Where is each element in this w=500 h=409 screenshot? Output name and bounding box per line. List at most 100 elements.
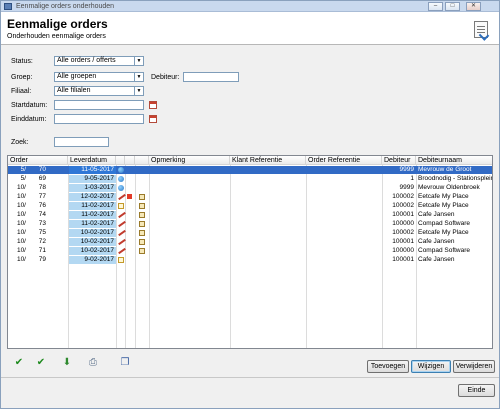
chevron-down-icon[interactable]: ▼ — [134, 73, 143, 81]
delete-button[interactable]: Verwijderen — [453, 360, 495, 373]
status-label: Status: — [11, 58, 33, 65]
globe-icon — [118, 176, 124, 182]
col-debiteur[interactable]: Debiteur — [382, 156, 416, 165]
leverdatum-cell: 10-02-2017 — [69, 247, 116, 255]
col-icon2[interactable] — [125, 156, 135, 165]
order-number-cell: 77 — [38, 193, 46, 200]
col-leverdatum[interactable]: Leverdatum — [68, 156, 116, 165]
pen-icon — [118, 211, 126, 219]
sheet-icon — [139, 239, 145, 245]
table-row[interactable]: 10/75 10-02-2017 100002 Eetcafe My Place — [8, 229, 492, 237]
debiteur-cell: 100002 — [392, 229, 414, 236]
order-prefix-cell: 10/ — [16, 247, 26, 254]
chevron-down-icon[interactable]: ▼ — [134, 87, 143, 95]
einddatum-field[interactable] — [54, 114, 144, 124]
debiteurnaam-cell: Compad Software — [418, 247, 471, 254]
export-icon[interactable]: ⬇ — [59, 355, 75, 371]
order-number-cell: 79 — [38, 256, 46, 263]
table-row[interactable]: 10/74 11-02-2017 100001 Cafe Jansen — [8, 211, 492, 219]
debiteurnaam-cell: Cafe Jansen — [418, 256, 455, 263]
einddatum-label: Einddatum: — [11, 116, 47, 123]
chevron-down-icon[interactable]: ▼ — [134, 57, 143, 65]
order-number-cell: 75 — [38, 229, 46, 236]
orders-grid[interactable]: Order Leverdatum Opmerking Klant Referen… — [7, 155, 493, 349]
edit-button[interactable]: Wijzigen — [411, 360, 451, 373]
leverdatum-cell: 9-02-2017 — [69, 256, 116, 264]
copy-icon[interactable]: ❐ — [117, 355, 133, 371]
debiteur-field[interactable] — [183, 72, 239, 82]
table-row[interactable]: 10/76 11-02-2017 100002 Eetcafe My Place — [8, 202, 492, 210]
debiteur-cell: 100001 — [392, 256, 414, 263]
order-prefix-cell: 5/ — [20, 166, 26, 173]
leverdatum-cell: 10-02-2017 — [69, 238, 116, 246]
sheet-icon — [139, 194, 145, 200]
col-opmerking[interactable]: Opmerking — [149, 156, 230, 165]
order-prefix-cell: 10/ — [16, 220, 26, 227]
status-select[interactable]: Alle orders / offerts ▼ — [54, 56, 144, 66]
order-prefix-cell: 5/ — [20, 175, 26, 182]
app-icon — [4, 2, 12, 10]
debiteur-cell: 100000 — [392, 247, 414, 254]
groep-label: Groep: — [11, 74, 33, 81]
col-order[interactable]: Order — [8, 156, 68, 165]
startdatum-label: Startdatum: — [11, 102, 48, 109]
debiteurnaam-cell: Cafe Jansen — [418, 238, 455, 245]
order-prefix-cell: 10/ — [16, 184, 26, 191]
table-row[interactable]: 10/77 12-02-2017 100002 Eetcafe My Place — [8, 193, 492, 201]
table-row[interactable]: 5/69 9-05-2017 1 Broodnodig - Stationsplein — [8, 175, 492, 183]
sheet-icon — [139, 212, 145, 218]
title-bar: Eenmalige orders onderhouden – □ ✕ — [1, 1, 499, 12]
page-header: Eenmalige orders Onderhouden eenmalige o… — [1, 12, 499, 45]
order-number-cell: 73 — [38, 220, 46, 227]
order-prefix-cell: 10/ — [16, 193, 26, 200]
sheet-icon — [139, 230, 145, 236]
debiteur-cell: 9999 — [399, 166, 414, 173]
print-icon[interactable]: ⎙ — [85, 355, 101, 371]
col-icon3[interactable] — [135, 156, 149, 165]
end-button[interactable]: Einde — [458, 384, 495, 397]
maximize-icon[interactable]: □ — [445, 2, 460, 11]
table-row[interactable]: 10/79 9-02-2017 100001 Cafe Jansen — [8, 256, 492, 264]
add-button[interactable]: Toevoegen — [367, 360, 409, 373]
table-row[interactable]: 5/70 11-05-2017 9999 Mevrouw de Groot — [8, 166, 492, 174]
order-number-cell: 72 — [38, 238, 46, 245]
table-row[interactable]: 10/73 11-02-2017 100000 Compad Software — [8, 220, 492, 228]
zoek-input[interactable] — [54, 137, 109, 147]
debiteur-cell: 100000 — [392, 220, 414, 227]
table-row[interactable]: 10/78 1-03-2017 9999 Mevrouw Oldenbroek — [8, 184, 492, 192]
col-klant-referentie[interactable]: Klant Referentie — [230, 156, 306, 165]
groep-select-value: Alle groepen — [57, 73, 97, 80]
startdatum-field[interactable] — [54, 100, 144, 110]
divider — [1, 377, 499, 378]
globe-icon — [118, 167, 124, 173]
sheet-icon — [139, 221, 145, 227]
table-row[interactable]: 10/71 10-02-2017 100000 Compad Software — [8, 247, 492, 255]
order-number-cell: 76 — [38, 202, 46, 209]
debiteurnaam-cell: Eetcafe My Place — [418, 229, 469, 236]
table-row[interactable]: 10/72 10-02-2017 100001 Cafe Jansen — [8, 238, 492, 246]
pen-icon — [118, 238, 126, 246]
minimize-icon[interactable]: – — [428, 2, 443, 11]
status-select-value: Alle orders / offerts — [57, 57, 116, 64]
debiteurnaam-cell: Eetcafe My Place — [418, 193, 469, 200]
check-all-icon[interactable]: ✔ — [33, 355, 49, 371]
groep-select[interactable]: Alle groepen ▼ — [54, 72, 144, 82]
col-icon1[interactable] — [116, 156, 125, 165]
calendar-icon[interactable] — [149, 115, 157, 123]
leverdatum-cell: 10-02-2017 — [69, 229, 116, 237]
filiaal-select[interactable]: Alle filialen ▼ — [54, 86, 144, 96]
col-debiteurnaam[interactable]: Debiteurnaam — [416, 156, 492, 165]
col-order-referentie[interactable]: Order Referentie — [306, 156, 382, 165]
close-icon[interactable]: ✕ — [466, 2, 481, 11]
page-subtitle: Onderhouden eenmalige orders — [7, 33, 106, 40]
order-number-cell: 78 — [38, 184, 46, 191]
debiteur-cell: 1 — [410, 175, 414, 182]
order-number-cell: 69 — [38, 175, 46, 182]
leverdatum-cell: 12-02-2017 — [69, 193, 116, 201]
leverdatum-cell: 11-02-2017 — [69, 211, 116, 219]
check-icon[interactable]: ✔ — [11, 355, 27, 371]
debiteur-cell: 100001 — [392, 211, 414, 218]
window-title: Eenmalige orders onderhouden — [16, 2, 115, 10]
leverdatum-cell: 9-05-2017 — [69, 175, 116, 183]
calendar-icon[interactable] — [149, 101, 157, 109]
